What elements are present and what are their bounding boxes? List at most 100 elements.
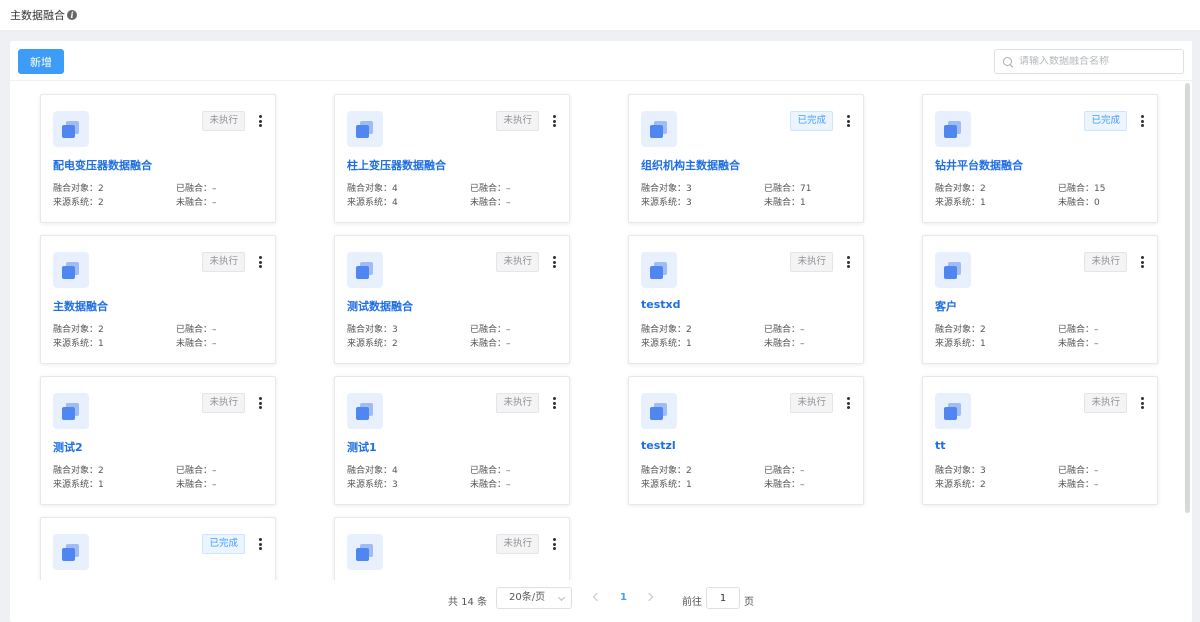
more-options-icon[interactable] xyxy=(551,397,557,409)
new-button[interactable]: 新增 xyxy=(18,49,64,74)
fusion-objects: 融合对象：3 xyxy=(347,325,398,335)
card-title[interactable]: 配电变压器数据融合 xyxy=(53,157,152,173)
more-options-icon[interactable] xyxy=(551,115,557,127)
status-badge: 已完成 xyxy=(1084,111,1127,131)
fusion-objects: 融合对象：2 xyxy=(935,325,986,335)
fusion-objects: 融合对象：2 xyxy=(53,325,104,335)
card-title[interactable]: testzl xyxy=(641,439,676,452)
status-badge: 未执行 xyxy=(202,111,245,131)
unmerged-count: 未融合：1 xyxy=(764,198,806,208)
card-title[interactable]: 主数据融合 xyxy=(53,298,108,314)
fusion-objects: 融合对象：2 xyxy=(935,184,986,194)
merged-count: 已融合：– xyxy=(176,325,217,335)
merged-count: 已融合：– xyxy=(176,466,217,476)
fusion-objects: 融合对象：2 xyxy=(641,325,692,335)
fusion-icon xyxy=(347,534,383,570)
more-options-icon[interactable] xyxy=(845,115,851,127)
fusion-card[interactable]: 未执行 testzl 融合对象：2 已融合：– 来源系统：1 未融合：– xyxy=(628,376,864,505)
more-options-icon[interactable] xyxy=(551,256,557,268)
fusion-card[interactable]: 未执行 测试2 融合对象：2 已融合：– 来源系统：1 未融合：– xyxy=(40,376,276,505)
source-systems: 来源系统：3 xyxy=(641,198,692,208)
fusion-card[interactable]: 未执行 tt 融合对象：3 已融合：– 来源系统：2 未融合：– xyxy=(922,376,1158,505)
goto-page-input[interactable] xyxy=(706,587,740,609)
fusion-card[interactable]: 已完成 xyxy=(40,517,276,580)
search-box[interactable] xyxy=(994,49,1184,74)
more-options-icon[interactable] xyxy=(1139,397,1145,409)
card-title[interactable]: tt xyxy=(935,439,946,452)
fusion-card[interactable]: 未执行 testxd 融合对象：2 已融合：– 来源系统：1 未融合：– xyxy=(628,235,864,364)
fusion-card[interactable]: 未执行 xyxy=(334,517,570,580)
unmerged-count: 未融合：– xyxy=(176,198,217,208)
more-options-icon[interactable] xyxy=(257,538,263,550)
source-systems: 来源系统：1 xyxy=(53,339,104,349)
unmerged-count: 未融合：– xyxy=(470,339,511,349)
more-options-icon[interactable] xyxy=(845,397,851,409)
merged-count: 已融合：– xyxy=(764,325,805,335)
card-title[interactable]: 测试2 xyxy=(53,439,83,455)
fusion-icon xyxy=(935,252,971,288)
search-input[interactable] xyxy=(1019,56,1179,67)
card-title[interactable]: testxd xyxy=(641,298,681,311)
fusion-objects: 融合对象：3 xyxy=(641,184,692,194)
merged-count: 已融合：15 xyxy=(1058,184,1106,194)
unmerged-count: 未融合：– xyxy=(764,339,805,349)
more-options-icon[interactable] xyxy=(1139,115,1145,127)
more-options-icon[interactable] xyxy=(257,256,263,268)
fusion-card[interactable]: 未执行 测试1 融合对象：4 已融合：– 来源系统：3 未融合：– xyxy=(334,376,570,505)
card-title[interactable]: 客户 xyxy=(935,298,957,314)
fusion-card[interactable]: 未执行 测试数据融合 融合对象：3 已融合：– 来源系统：2 未融合：– xyxy=(334,235,570,364)
unmerged-count: 未融合：– xyxy=(1058,339,1099,349)
fusion-card[interactable]: 未执行 客户 融合对象：2 已融合：– 来源系统：1 未融合：– xyxy=(922,235,1158,364)
fusion-objects: 融合对象：4 xyxy=(347,184,398,194)
fusion-card[interactable]: 未执行 配电变压器数据融合 融合对象：2 已融合：– 来源系统：2 未融合：– xyxy=(40,94,276,223)
more-options-icon[interactable] xyxy=(845,256,851,268)
card-title[interactable]: 组织机构主数据融合 xyxy=(641,157,740,173)
merged-count: 已融合：71 xyxy=(764,184,812,194)
card-title[interactable]: 测试1 xyxy=(347,439,377,455)
unmerged-count: 未融合：– xyxy=(764,480,805,490)
more-options-icon[interactable] xyxy=(257,115,263,127)
page-title: 主数据融合 xyxy=(10,9,65,22)
goto-unit: 页 xyxy=(744,597,754,608)
status-badge: 未执行 xyxy=(202,252,245,272)
fusion-icon xyxy=(53,534,89,570)
source-systems: 来源系统：1 xyxy=(641,339,692,349)
fusion-icon xyxy=(641,111,677,147)
fusion-card[interactable]: 已完成组织机构主数据融合融合对象：3 已融合：71 来源系统：3 未融合：1 xyxy=(628,94,864,223)
merged-count: 已融合：– xyxy=(1058,325,1099,335)
card-title[interactable]: 钻井平台数据融合 xyxy=(935,157,1023,173)
status-badge: 未执行 xyxy=(496,534,539,554)
more-options-icon[interactable] xyxy=(1139,256,1145,268)
source-systems: 来源系统：2 xyxy=(935,480,986,490)
pagination: 共 14 条 20条/页 1 前往 页 xyxy=(10,587,1192,611)
more-options-icon[interactable] xyxy=(257,397,263,409)
fusion-icon xyxy=(641,252,677,288)
next-page-icon[interactable] xyxy=(644,592,654,602)
card-title[interactable]: 柱上变压器数据融合 xyxy=(347,157,446,173)
merged-count: 已融合：– xyxy=(1058,466,1099,476)
more-options-icon[interactable] xyxy=(551,538,557,550)
merged-count: 已融合：– xyxy=(470,466,511,476)
prev-page-icon[interactable] xyxy=(592,592,602,602)
page-size-select[interactable]: 20条/页 xyxy=(496,587,572,609)
source-systems: 来源系统：1 xyxy=(641,480,692,490)
source-systems: 来源系统：1 xyxy=(935,198,986,208)
status-badge: 未执行 xyxy=(790,393,833,413)
fusion-card[interactable]: 已完成钻井平台数据融合融合对象：2 已融合：15 来源系统：1 未融合：0 xyxy=(922,94,1158,223)
status-badge: 已完成 xyxy=(790,111,833,131)
info-icon[interactable]: i xyxy=(67,10,77,20)
fusion-icon xyxy=(641,393,677,429)
search-icon xyxy=(1003,56,1013,67)
status-badge: 未执行 xyxy=(202,393,245,413)
scrollbar[interactable] xyxy=(1185,83,1190,513)
card-grid: 未执行 配电变压器数据融合 融合对象：2 已融合：– 来源系统：2 未融合：– 未执行 柱上变… xyxy=(10,82,1192,580)
card-title[interactable]: 测试数据融合 xyxy=(347,298,413,314)
page-number-current[interactable]: 1 xyxy=(620,592,627,603)
status-badge: 未执行 xyxy=(790,252,833,272)
unmerged-count: 未融合：– xyxy=(470,198,511,208)
page-header: 主数据融合 i xyxy=(0,0,1200,30)
fusion-card[interactable]: 未执行 主数据融合 融合对象：2 已融合：– 来源系统：1 未融合：– xyxy=(40,235,276,364)
fusion-icon xyxy=(53,393,89,429)
fusion-card[interactable]: 未执行 柱上变压器数据融合 融合对象：4 已融合：– 来源系统：4 未融合：– xyxy=(334,94,570,223)
unmerged-count: 未融合：0 xyxy=(1058,198,1100,208)
